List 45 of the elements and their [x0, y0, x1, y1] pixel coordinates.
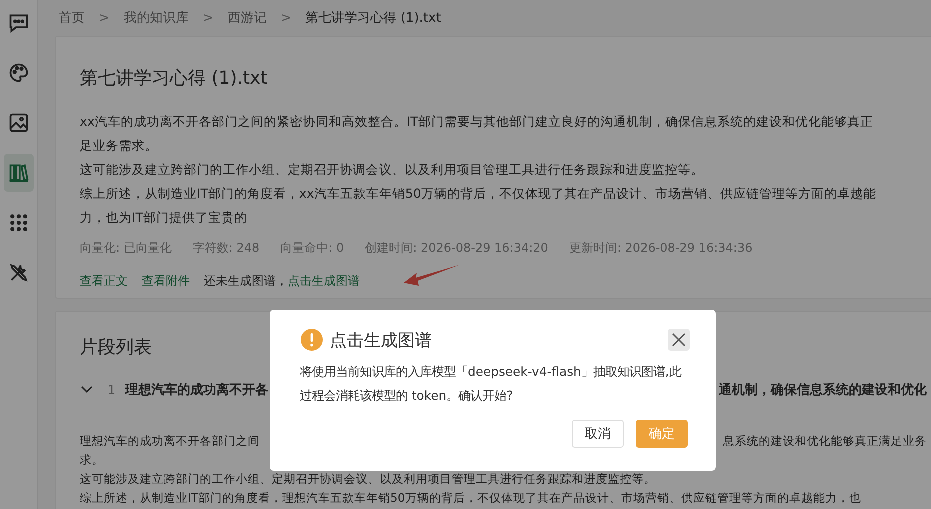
document-text-line: 这可能涉及建立跨部门的工作小组、定期召开协调会议、以及利用项目管理工具进行任务跟踪和进度监控等。 [80, 161, 705, 179]
breadcrumb-separator: > [99, 10, 110, 26]
dialog-title: 点击生成图谱 [330, 330, 432, 352]
segment-list-title: 片段列表 [80, 336, 152, 360]
segment-title: 通机制，确保信息系统的建设和优化 [719, 382, 928, 399]
graph-status-text: 还未生成图谱， [204, 273, 288, 290]
segment-text-line: 息系统的建设和优化能够真正满足业务 [723, 433, 928, 450]
breadcrumb-separator: > [280, 10, 292, 26]
cancel-button[interactable]: 取消 [572, 420, 624, 448]
warning-icon [300, 328, 324, 352]
chat-icon [8, 12, 30, 34]
image-icon [8, 112, 30, 134]
confirm-button[interactable]: 确定 [636, 420, 688, 448]
close-button[interactable] [668, 329, 690, 351]
document-text-line: 综上所述，从制造业IT部门的角度看，xx汽车五款车年销50万辆的背后，不仅体现了其在产品设计、市场营销、供应链管理等方面的卓越能 [80, 185, 878, 203]
breadcrumb-separator: > [202, 10, 214, 26]
metadata-text: 更新时间: 2026-08-29 16:34:36 [569, 240, 753, 257]
breadcrumb-link[interactable]: 首页 [59, 9, 85, 27]
arrow-annotation [402, 263, 462, 289]
link[interactable]: 查看正文 [80, 273, 128, 290]
tools-icon [8, 262, 30, 284]
metadata-text: 字符数: 248 [192, 240, 260, 257]
generate-graph-link[interactable]: 点击生成图谱 [288, 273, 360, 290]
breadcrumb-link[interactable]: 我的知识库 [124, 9, 189, 27]
document-title: 第七讲学习心得 (1).txt [80, 67, 268, 91]
document-text-line: xx汽车的成功离不开各部门之间的紧密协同和高效整合。IT部门需要与其他部门建立良好的沟通机制，确保信息系统的建设和优化能够真正 [80, 113, 874, 131]
segment-text-line: 综上所述，从制造业IT部门的角度看，理想汽车五款车年销50万辆的背后，不仅体现了其在产品设计、市场营销、供应链管理等方面的卓越能力，也 [80, 490, 862, 507]
segment-title: 理想汽车的成功离不开各 [126, 382, 269, 399]
books-icon [8, 162, 30, 184]
segment-text-line: 求。 [80, 452, 104, 469]
segment-text-line: 理想汽车的成功离不开各部门之间 [80, 433, 260, 450]
close-icon [672, 333, 686, 347]
apps-icon [8, 212, 30, 234]
link[interactable]: 查看附件 [142, 273, 190, 290]
dialog-message: 将使用当前知识库的入库模型「deepseek-v4-flash」抽取知识图谱,此过程会消耗该模型的 token。确认开始? [300, 363, 683, 405]
segment-text-line: 这可能涉及建立跨部门的工作小组、定期召开协调会议、以及利用项目管理工具进行任务跟踪和进度监控等。 [80, 471, 656, 488]
segment-index: 1 [108, 383, 116, 397]
document-text-line: 力，也为IT部门提供了宝贵的 [80, 209, 248, 227]
document-text-line: 足业务需求。 [80, 137, 159, 155]
palette-icon [8, 62, 30, 84]
metadata-text: 向量命中: 0 [280, 240, 344, 257]
metadata-text: 向量化: 已向量化 [80, 240, 172, 257]
metadata-text: 创建时间: 2026-08-29 16:34:20 [365, 240, 548, 257]
sidebar-item[interactable] [4, 154, 34, 192]
breadcrumb-link[interactable]: 西游记 [228, 9, 267, 27]
